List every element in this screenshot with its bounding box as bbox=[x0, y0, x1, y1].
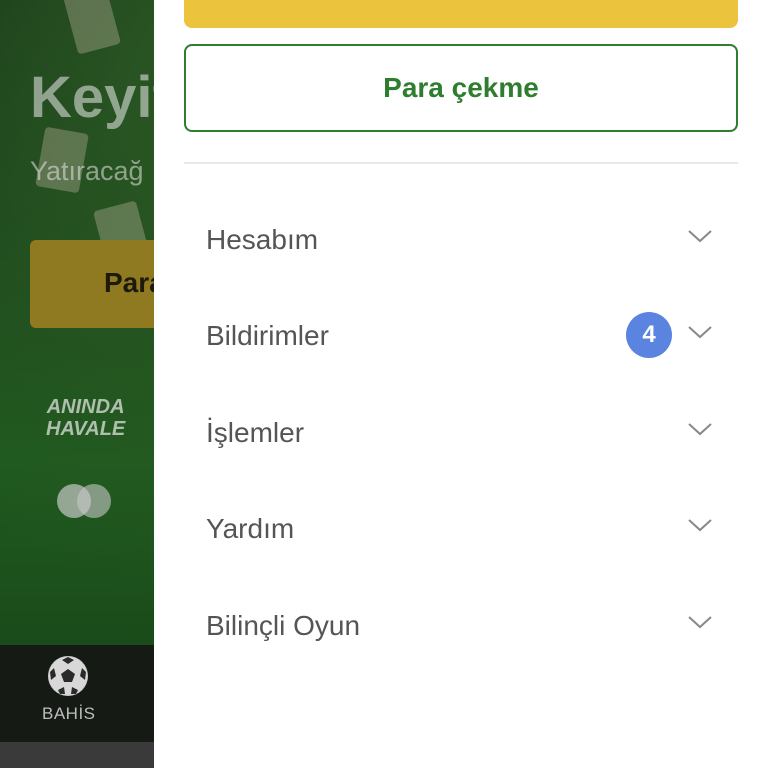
menu-item-bildirimler[interactable]: Bildirimler 4 bbox=[184, 298, 738, 370]
side-drawer: Para çekme Hesabım Bildirimler 4 İşlemle… bbox=[154, 0, 768, 768]
hero-subtitle: Yatıracağ bbox=[30, 156, 144, 186]
withdraw-button[interactable]: Para çekme bbox=[184, 44, 738, 132]
menu-item-label: Hesabım bbox=[206, 224, 319, 255]
menu-item-label: İşlemler bbox=[206, 417, 305, 448]
chevron-down-icon bbox=[688, 519, 712, 532]
chevron-down-icon bbox=[688, 423, 712, 436]
chevron-down-icon bbox=[688, 230, 712, 243]
havale-logo-line2: HAVALE bbox=[46, 418, 126, 440]
menu-item-label: Bildirimler bbox=[206, 320, 329, 351]
menu-item-label: Yardım bbox=[206, 513, 295, 544]
deposit-button[interactable] bbox=[184, 0, 738, 28]
notification-count-badge: 4 bbox=[626, 312, 672, 358]
aninda-havale-logo: ANINDA HAVALE bbox=[46, 396, 125, 440]
withdraw-button-label: Para çekme bbox=[383, 72, 539, 103]
bottom-nav-bahis-label[interactable]: BAHİS bbox=[42, 704, 96, 724]
menu-item-label: Bilinçli Oyun bbox=[206, 610, 361, 641]
chevron-down-icon bbox=[688, 326, 712, 339]
mastercard-icon bbox=[57, 484, 111, 518]
divider bbox=[184, 162, 738, 164]
menu-item-islemler[interactable]: İşlemler bbox=[184, 395, 738, 467]
soccer-ball-icon[interactable] bbox=[48, 656, 88, 696]
menu-item-bilincli-oyun[interactable]: Bilinçli Oyun bbox=[184, 588, 738, 660]
menu-item-hesabim[interactable]: Hesabım bbox=[184, 202, 738, 274]
menu-item-yardim[interactable]: Yardım bbox=[184, 491, 738, 563]
decorative-card bbox=[62, 0, 122, 55]
hero-title: Keyif bbox=[30, 65, 172, 130]
chevron-down-icon bbox=[688, 616, 712, 629]
havale-logo-line1: ANINDA bbox=[46, 396, 125, 418]
